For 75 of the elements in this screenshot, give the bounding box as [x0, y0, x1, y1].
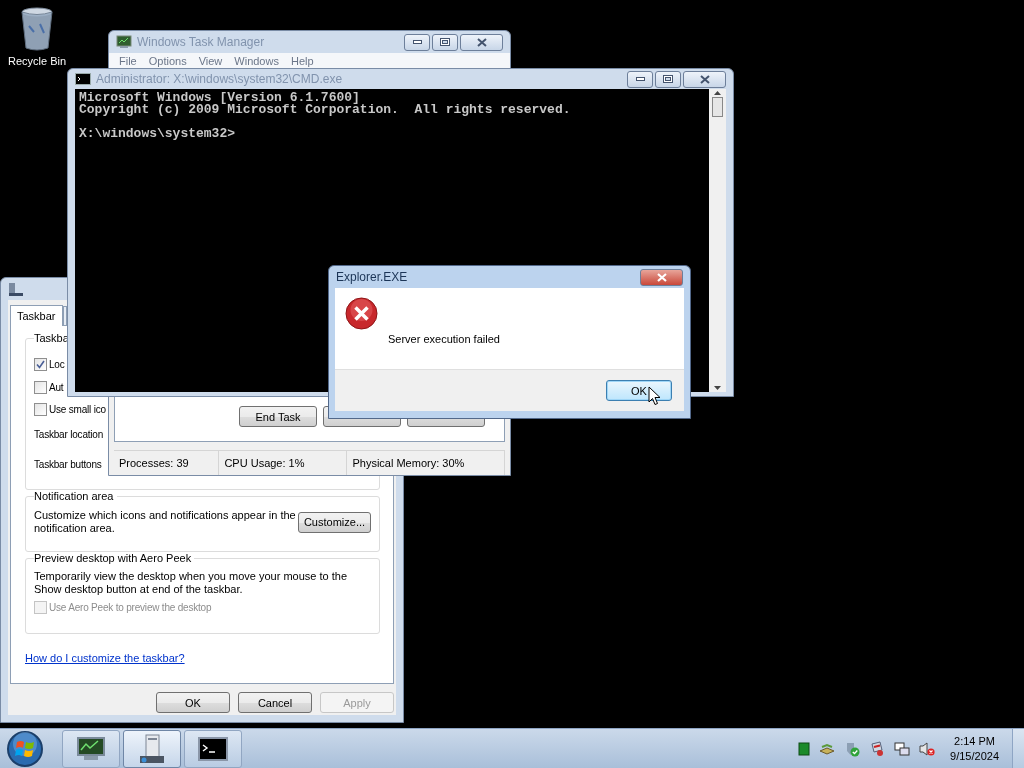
window-title: Administrator: X:\windows\system32\CMD.exe [96, 72, 344, 86]
taskbar-app-button[interactable] [62, 729, 120, 768]
status-text: Processes: 39 [114, 451, 220, 475]
tab[interactable]: Taskbar [10, 305, 63, 326]
dialog-button[interactable]: OK [156, 692, 230, 713]
field-label: Taskbar buttons [34, 459, 102, 473]
desktop-icon-label: Recycle Bin [7, 55, 67, 67]
checkbox-label: Loc [49, 358, 65, 370]
close-icon [699, 74, 710, 84]
scroll-down-icon [714, 386, 721, 390]
console-icon [75, 73, 91, 85]
maximize-button[interactable] [432, 33, 458, 51]
dialog-button[interactable]: Cancel [238, 692, 312, 713]
network-icon[interactable] [819, 741, 836, 756]
muted-speaker-icon[interactable] [919, 740, 936, 757]
menu-item[interactable]: Help [284, 53, 320, 69]
customize-button[interactable]: Customize... [298, 511, 371, 533]
close-button[interactable] [683, 70, 726, 88]
group-title: Notification area [34, 490, 117, 503]
close-button[interactable] [460, 33, 503, 51]
menu-item[interactable]: View [192, 53, 229, 69]
scrollbar[interactable] [709, 89, 726, 392]
checkbox-label: Use Aero Peek to preview the desktop [49, 602, 212, 613]
console-prompt: X:\windows\system32> [79, 128, 237, 140]
error-message: Server execution failed [388, 333, 500, 347]
checkbox-label: Aut [49, 381, 64, 393]
taskbar-app-button[interactable] [184, 729, 242, 768]
monitor-icon [116, 35, 132, 49]
ok-button[interactable]: OK [606, 380, 672, 401]
close-icon [656, 272, 667, 282]
group-description: Customize which icons and notifications appear in the notification area. [34, 509, 296, 535]
end-task-button[interactable]: End Task [239, 406, 317, 427]
window-title: Windows Task Manager [137, 35, 266, 49]
shield-check-icon[interactable] [844, 740, 861, 757]
monitor-icon [76, 735, 106, 762]
mouse-cursor-icon [648, 386, 661, 406]
taskbar-app-button[interactable] [123, 729, 181, 768]
maximize-icon [663, 75, 673, 83]
close-button[interactable] [640, 268, 683, 286]
clock-time: 2:14 PM [954, 733, 995, 749]
menu-item[interactable]: Windows [228, 53, 285, 69]
checkbox[interactable] [34, 380, 47, 394]
checkbox-label: Use small ico [49, 404, 106, 416]
maximize-button[interactable] [655, 70, 681, 88]
checkbox[interactable] [34, 403, 47, 417]
network-computer-icon[interactable] [894, 740, 911, 757]
start-button[interactable] [6, 729, 44, 768]
field-label: Taskbar location [34, 429, 104, 443]
group-title: Preview desktop with Aero Peek [34, 552, 195, 565]
checkbox[interactable] [34, 357, 47, 371]
tray-app-icon[interactable] [798, 741, 811, 756]
console-line: Microsoft Windows [Version 6.1.7600] [79, 92, 360, 104]
maximize-icon [440, 38, 450, 46]
tower-computer-icon [138, 733, 166, 764]
close-icon [476, 37, 487, 47]
menu-item[interactable]: Options [142, 53, 193, 69]
menu-item[interactable]: File [113, 53, 143, 69]
recycle-bin-icon[interactable] [20, 6, 54, 52]
status-text: CPU Usage: 1% [219, 451, 348, 475]
status-text: Physical Memory: 30% [347, 451, 505, 475]
minimize-icon [412, 40, 422, 44]
help-link[interactable]: How do I customize the taskbar? [25, 652, 185, 664]
group-description: Temporarily view the desktop when you move your mouse to the Show desktop button at end of the taskbar. [34, 570, 349, 596]
clock-date: 9/15/2024 [950, 748, 999, 764]
dialog-title: Explorer.EXE [336, 270, 409, 284]
taskbar-settings-icon [8, 281, 24, 297]
scroll-up-icon [714, 91, 721, 95]
error-icon [345, 297, 378, 330]
scroll-thumb[interactable] [712, 97, 723, 117]
minimize-icon [635, 77, 645, 81]
minimize-button[interactable] [627, 70, 653, 88]
minimize-button[interactable] [404, 33, 430, 51]
clock[interactable]: 2:14 PM 9/15/2024 [950, 733, 999, 764]
console-line: Copyright (c) 2009 Microsoft Corporation. All rights reserved. [79, 104, 572, 116]
console-icon [198, 736, 228, 761]
